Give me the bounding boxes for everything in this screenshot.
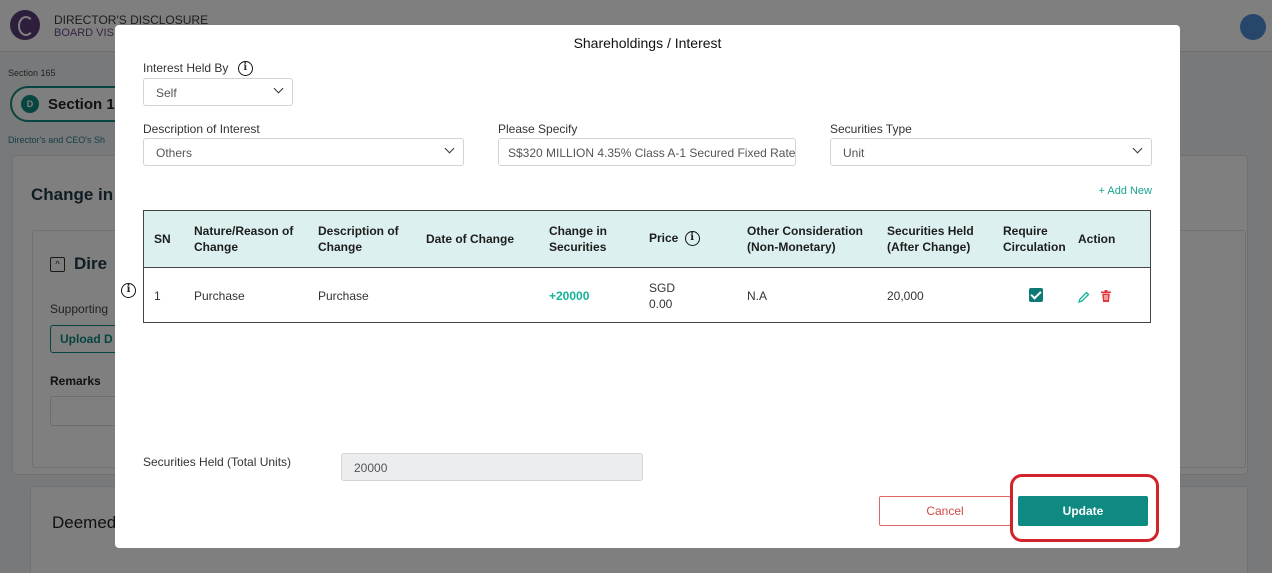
header-description: Description of Change [318,223,399,255]
description-of-interest-select[interactable]: Others [143,138,464,166]
chevron-down-icon [444,143,455,154]
table-header: SN Nature/Reason of Change Description o… [144,211,1150,268]
header-change: Change in Securities [549,223,607,255]
header-change-line1: Change in [549,224,608,238]
header-change-line2: Securities [549,240,607,254]
please-specify-input[interactable]: S$320 MILLION 4.35% Class A-1 Secured Fi… [498,138,796,166]
row-price-value: 0.00 [649,297,673,311]
header-held: Securities Held (After Change) [887,223,974,255]
require-circulation-checkbox[interactable] [1029,288,1043,302]
header-description-line2: Change [318,240,363,254]
total-units-field: 20000 [341,453,643,481]
trash-icon[interactable] [1101,290,1111,302]
cancel-button[interactable]: Cancel [879,496,1011,526]
shareholdings-modal: Shareholdings / Interest Interest Held B… [115,25,1180,548]
header-other-line2: (Non-Monetary) [747,240,836,254]
row-price: SGD 0.00 [649,280,675,312]
header-require-line2: Circulation [1003,240,1066,254]
add-new-link[interactable]: + Add New [1098,185,1152,197]
header-price-text: Price [649,231,679,245]
info-icon[interactable]: i [121,283,136,298]
row-sn: 1 [154,289,161,303]
header-nature: Nature/Reason of Change [194,223,293,255]
header-require-line1: Require [1003,224,1048,238]
securities-type-select[interactable]: Unit [830,138,1152,166]
total-units-label: Securities Held (Total Units) [143,455,292,469]
header-date: Date of Change [426,232,515,246]
header-held-line2: (After Change) [887,240,971,254]
securities-type-value: Unit [843,146,865,160]
description-of-interest-label: Description of Interest [143,122,260,136]
chevron-down-icon [273,83,284,94]
row-price-currency: SGD [649,281,676,295]
header-require: Require Circulation [1003,223,1066,255]
row-other: N.A [747,289,768,303]
interest-held-by-label: Interest Held By i [143,61,253,77]
row-description: Purchase [318,289,369,303]
row-change: +20000 [549,289,590,303]
update-highlight-annotation [1010,474,1159,542]
info-icon[interactable]: i [684,231,700,247]
row-nature: Purchase [194,289,245,303]
header-nature-line1: Nature/Reason of [194,224,294,238]
pencil-icon[interactable] [1078,291,1090,303]
securities-type-label: Securities Type [830,122,912,136]
please-specify-label: Please Specify [498,122,578,136]
header-sn: SN [154,232,171,246]
header-nature-line2: Change [194,240,239,254]
row-held: 20,000 [887,289,924,303]
header-action: Action [1078,232,1116,246]
header-other-line1: Other Consideration [747,224,864,238]
chevron-down-icon [1132,143,1143,154]
interest-held-by-text: Interest Held By [143,61,229,75]
description-of-interest-value: Others [156,146,193,160]
header-price: Price i [649,230,700,247]
modal-title: Shareholdings / Interest [573,35,722,51]
changes-table: SN Nature/Reason of Change Description o… [143,210,1151,323]
info-icon[interactable]: i [237,61,253,77]
header-other: Other Consideration (Non-Monetary) [747,223,863,255]
interest-held-by-value: Self [156,86,177,100]
header-description-line1: Description of [318,224,399,238]
interest-held-by-select[interactable]: Self [143,78,293,106]
header-held-line1: Securities Held [887,224,974,238]
